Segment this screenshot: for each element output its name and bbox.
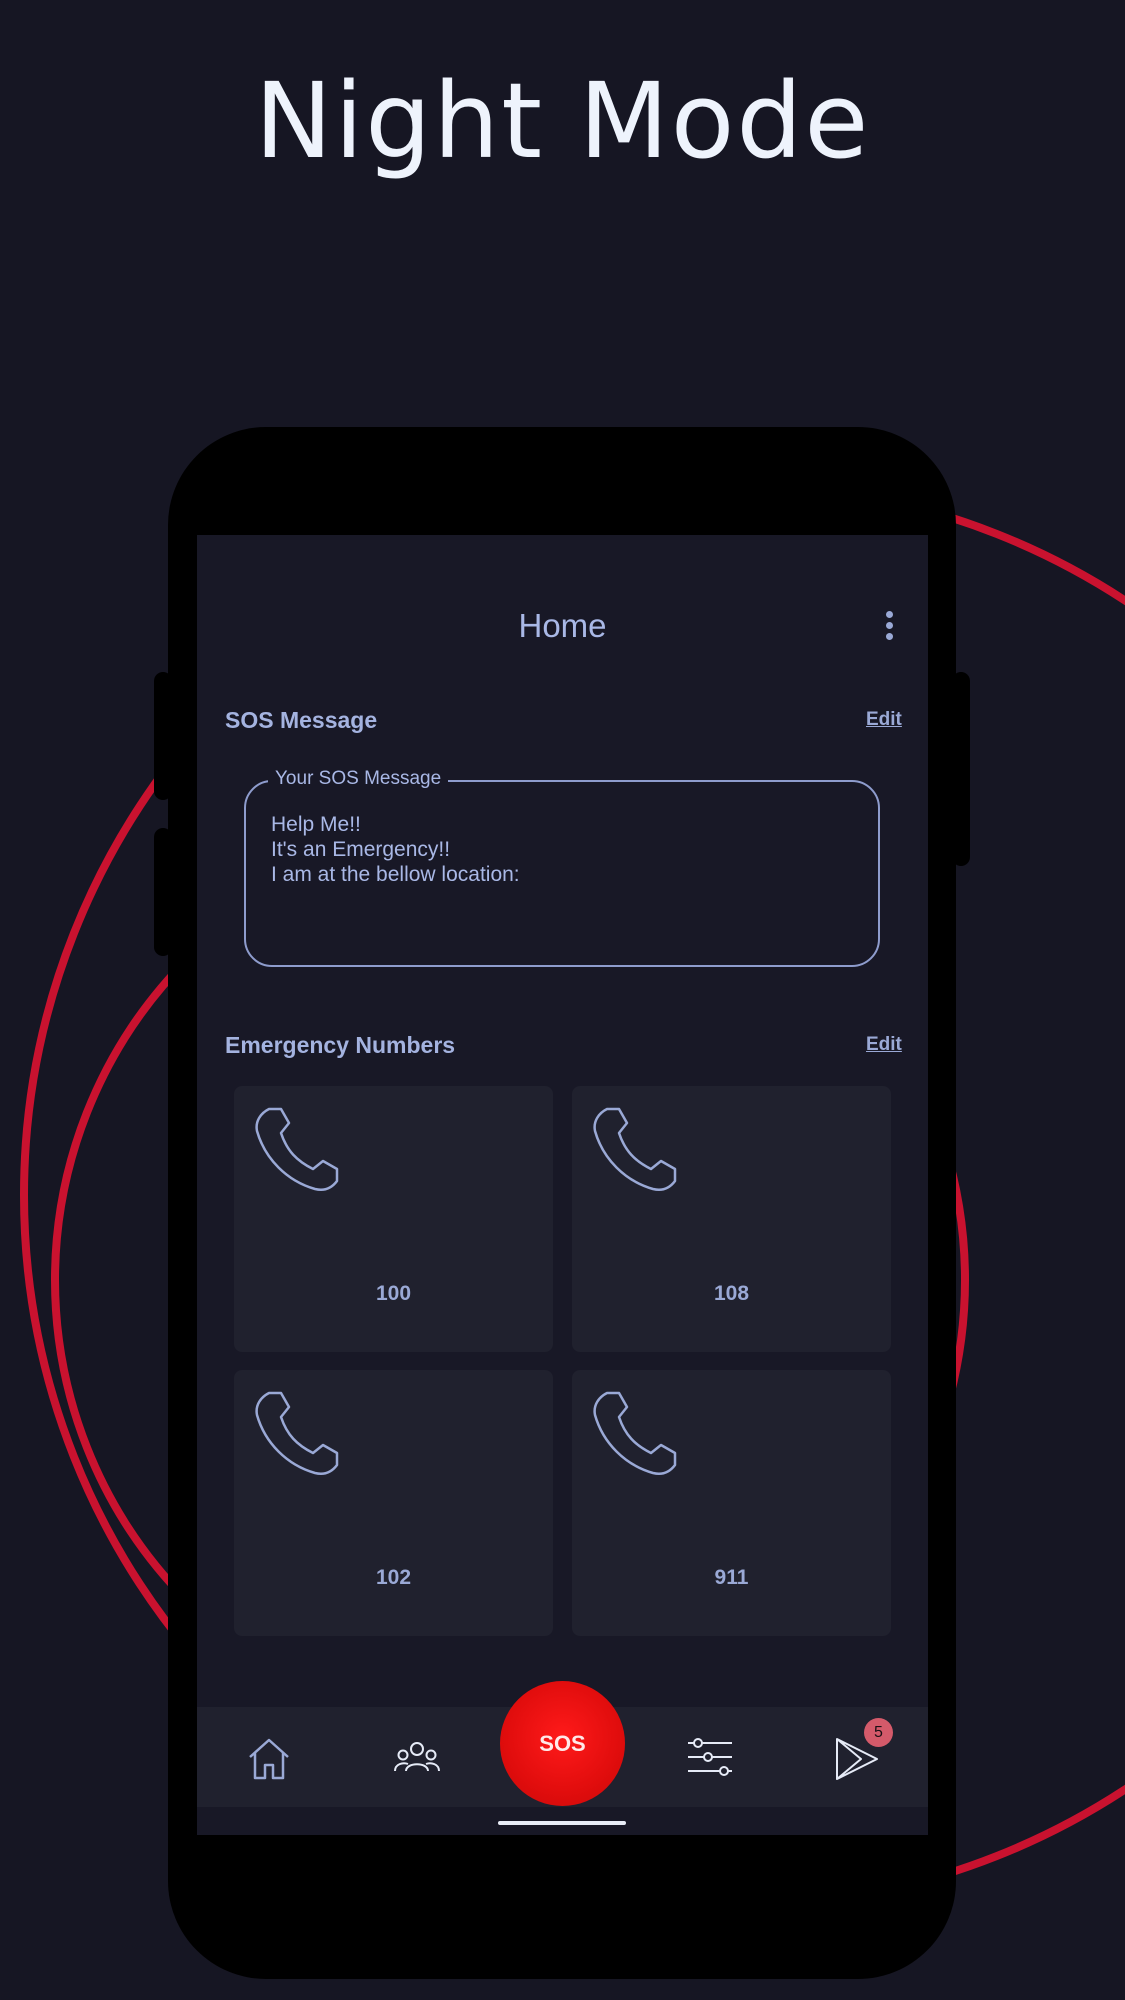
kebab-menu-icon[interactable] [881,611,897,647]
sos-message-text[interactable]: Help Me!! It's an Emergency!! I am at th… [271,812,520,887]
home-icon[interactable] [245,1735,293,1783]
phone-side-button-left-bottom [154,828,172,956]
emergency-card-102[interactable]: 102 [234,1370,553,1636]
phone-icon [255,1391,339,1475]
emergency-card-911[interactable]: 911 [572,1370,891,1636]
sos-message-field-label: Your SOS Message [268,768,449,790]
contacts-group-icon[interactable] [393,1735,441,1783]
sos-message-edit-link[interactable]: Edit [866,709,902,731]
sos-message-field[interactable]: Your SOS Message Help Me!! It's an Emerg… [244,768,880,967]
emergency-number: 911 [714,1566,749,1589]
sos-message-heading: SOS Message [225,707,378,733]
emergency-card-108[interactable]: 108 [572,1086,891,1352]
notification-badge: 5 [864,1718,893,1747]
emergency-numbers-edit-link[interactable]: Edit [866,1034,902,1056]
emergency-number: 100 [375,1282,412,1305]
phone-side-button-right [952,672,970,866]
phone-icon [593,1107,677,1191]
emergency-card-100[interactable]: 100 [234,1086,553,1352]
sos-button[interactable]: SOS [500,1681,625,1806]
emergency-number: 108 [713,1282,750,1305]
settings-sliders-icon[interactable] [686,1735,734,1783]
home-indicator[interactable] [498,1821,626,1825]
emergency-number: 102 [375,1566,412,1589]
phone-icon [593,1391,677,1475]
app-screen: Home SOS Message Edit Your SOS Message H… [197,535,928,1835]
page-title: Home [518,607,607,644]
phone-side-button-left-top [154,672,172,800]
phone-icon [255,1107,339,1191]
emergency-numbers-heading: Emergency Numbers [225,1032,456,1058]
